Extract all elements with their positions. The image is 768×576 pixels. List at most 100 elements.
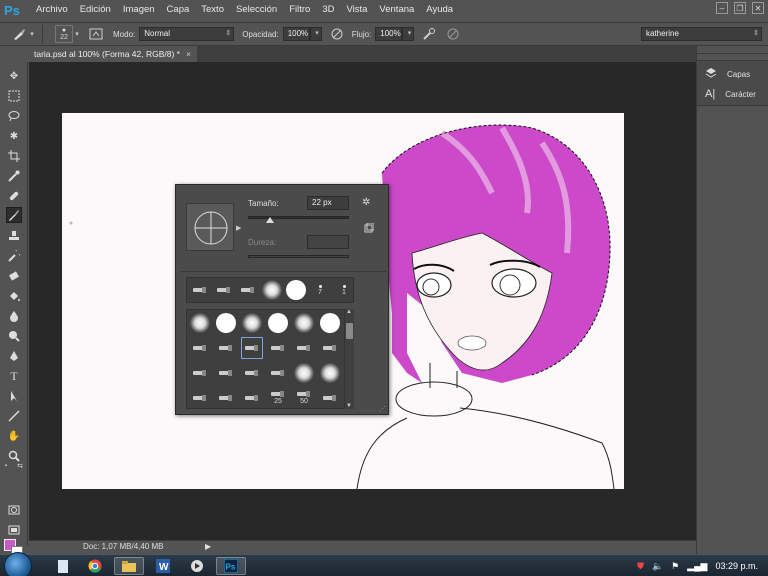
play-arrow-icon[interactable]: ▶ bbox=[205, 542, 211, 551]
brush-preset[interactable] bbox=[215, 312, 237, 334]
minimize-icon[interactable]: – bbox=[716, 2, 728, 14]
brush-preset[interactable] bbox=[267, 362, 289, 384]
brush-preset[interactable] bbox=[241, 312, 263, 334]
new-preset-icon[interactable] bbox=[364, 222, 375, 233]
file-icon[interactable] bbox=[48, 557, 78, 575]
scroll-up-icon[interactable]: ▲ bbox=[346, 309, 352, 315]
brush-preset[interactable] bbox=[189, 362, 211, 384]
brush-preset[interactable] bbox=[319, 312, 341, 334]
close-icon[interactable]: × bbox=[186, 49, 191, 59]
eraser-tool-icon[interactable] bbox=[6, 268, 22, 284]
document-info[interactable]: Doc: 1,07 MB/4,40 MB bbox=[83, 542, 163, 551]
marquee-tool-icon[interactable] bbox=[6, 88, 22, 104]
size-slider-thumb[interactable] bbox=[266, 217, 275, 223]
brush-preset[interactable] bbox=[215, 337, 237, 359]
size-input[interactable]: 22 px bbox=[307, 196, 349, 210]
brush-preset[interactable] bbox=[189, 279, 211, 301]
brush-preset[interactable]: 50 bbox=[293, 387, 315, 409]
document-tab[interactable]: taria.psd al 100% (Forma 42, RGB/8) * × bbox=[28, 46, 197, 62]
healing-brush-tool-icon[interactable] bbox=[6, 188, 22, 204]
lasso-tool-icon[interactable] bbox=[6, 108, 22, 124]
airbrush-icon[interactable] bbox=[420, 25, 438, 43]
brush-preset[interactable] bbox=[215, 362, 237, 384]
flow-input[interactable]: 100% bbox=[375, 27, 403, 41]
flag-icon[interactable]: ⚑ bbox=[671, 561, 679, 572]
flow-dropdown[interactable]: ▾ bbox=[402, 27, 415, 41]
brush-preset[interactable] bbox=[189, 312, 211, 334]
opacity-input[interactable]: 100% bbox=[282, 27, 310, 41]
network-icon[interactable]: ▂▄▆ bbox=[687, 561, 707, 572]
clone-stamp-tool-icon[interactable] bbox=[6, 228, 22, 244]
quick-mask-icon[interactable] bbox=[6, 502, 22, 518]
swap-colors-icon[interactable]: ⇆ bbox=[16, 462, 24, 470]
brush-preset[interactable] bbox=[237, 279, 259, 301]
brush-preset[interactable] bbox=[267, 337, 289, 359]
brush-preset[interactable] bbox=[241, 387, 263, 409]
menu-seleccion[interactable]: Selección bbox=[230, 0, 283, 20]
media-player-icon[interactable] bbox=[182, 557, 212, 575]
gear-icon[interactable]: ✲ bbox=[362, 197, 376, 211]
paint-bucket-tool-icon[interactable] bbox=[6, 288, 22, 304]
resize-grip-icon[interactable]: ⋰ bbox=[379, 405, 386, 413]
workspace-select[interactable]: katherine ⇕ bbox=[641, 27, 762, 41]
restore-icon[interactable]: ❐ bbox=[734, 2, 746, 14]
brush-preset[interactable] bbox=[319, 387, 341, 409]
start-button[interactable] bbox=[4, 552, 32, 576]
brush-tool-preset-icon[interactable] bbox=[10, 25, 28, 43]
screen-mode-icon[interactable] bbox=[6, 522, 22, 538]
layers-panel-button[interactable]: Capas bbox=[705, 66, 750, 82]
hand-tool-icon[interactable]: ✋ bbox=[6, 428, 22, 444]
crop-tool-icon[interactable] bbox=[6, 148, 22, 164]
close-icon[interactable]: ✕ bbox=[752, 2, 764, 14]
word-icon[interactable]: W bbox=[148, 557, 178, 575]
character-panel-button[interactable]: A| Carácter bbox=[705, 86, 756, 102]
tablet-pressure-opacity-icon[interactable] bbox=[328, 25, 346, 43]
brush-preset[interactable]: 7 bbox=[309, 279, 331, 301]
menu-ventana[interactable]: Ventana bbox=[373, 0, 420, 20]
hardness-slider[interactable] bbox=[248, 255, 349, 258]
size-slider[interactable] bbox=[248, 216, 349, 219]
brush-preset[interactable] bbox=[319, 362, 341, 384]
brush-preset[interactable] bbox=[261, 279, 283, 301]
history-brush-tool-icon[interactable] bbox=[6, 248, 22, 264]
brush-preset[interactable] bbox=[241, 362, 263, 384]
antivirus-icon[interactable]: ⛊ bbox=[637, 561, 644, 572]
photoshop-taskbar-icon[interactable]: Ps bbox=[216, 557, 246, 575]
brush-grid-scrollbar[interactable]: ▲ ▼ bbox=[344, 309, 354, 409]
scroll-thumb[interactable] bbox=[346, 323, 353, 339]
brush-tool-icon[interactable] bbox=[6, 207, 22, 223]
brush-preset[interactable] bbox=[241, 337, 263, 359]
brush-preset[interactable] bbox=[189, 387, 211, 409]
hardness-input[interactable] bbox=[307, 235, 349, 249]
line-tool-icon[interactable] bbox=[6, 408, 22, 424]
menu-texto[interactable]: Texto bbox=[195, 0, 230, 20]
menu-ayuda[interactable]: Ayuda bbox=[420, 0, 459, 20]
path-selection-tool-icon[interactable] bbox=[6, 388, 22, 404]
chevron-down-icon[interactable]: ▾ bbox=[73, 25, 81, 43]
dodge-tool-icon[interactable] bbox=[6, 328, 22, 344]
chrome-icon[interactable] bbox=[80, 557, 110, 575]
brush-preset[interactable] bbox=[267, 312, 289, 334]
menu-filtro[interactable]: Filtro bbox=[283, 0, 316, 20]
brush-preset[interactable] bbox=[319, 337, 341, 359]
type-tool-icon[interactable]: T bbox=[6, 368, 22, 384]
brush-preset[interactable] bbox=[189, 337, 211, 359]
brush-preset[interactable] bbox=[215, 387, 237, 409]
magic-wand-tool-icon[interactable]: ✱ bbox=[6, 128, 22, 144]
tablet-pressure-size-icon[interactable] bbox=[444, 25, 462, 43]
menu-edicion[interactable]: Edición bbox=[74, 0, 117, 20]
brush-preset[interactable] bbox=[293, 312, 315, 334]
scroll-down-icon[interactable]: ▼ bbox=[346, 403, 352, 409]
taskbar-clock[interactable]: 03:29 p.m. bbox=[715, 561, 758, 571]
brush-preset[interactable]: 1 bbox=[333, 279, 355, 301]
menu-imagen[interactable]: Imagen bbox=[117, 0, 161, 20]
menu-3d[interactable]: 3D bbox=[316, 0, 340, 20]
pen-tool-icon[interactable] bbox=[6, 348, 22, 364]
brush-preset[interactable] bbox=[285, 279, 307, 301]
brush-preset[interactable]: 25 bbox=[267, 387, 289, 409]
menu-capa[interactable]: Capa bbox=[161, 0, 196, 20]
brush-preset[interactable] bbox=[213, 279, 235, 301]
chevron-down-icon[interactable]: ▾ bbox=[28, 25, 36, 43]
default-colors-icon[interactable]: ▪ bbox=[2, 462, 10, 470]
menu-archivo[interactable]: Archivo bbox=[30, 0, 74, 20]
